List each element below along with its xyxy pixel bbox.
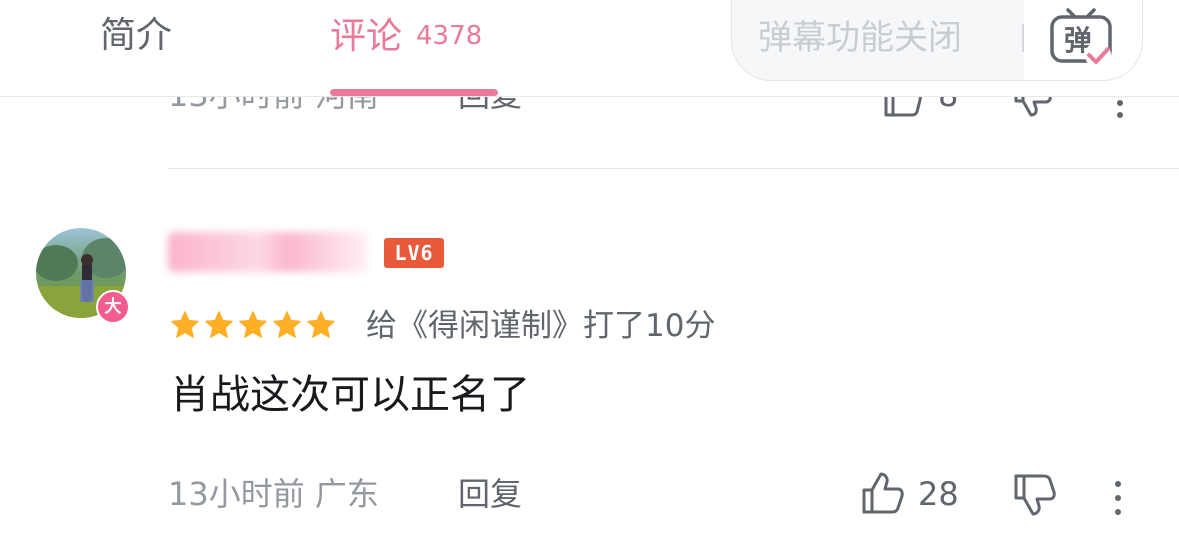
more-vertical-icon[interactable] xyxy=(1110,97,1130,121)
video-tab-header: 简介 评论 4378 弹幕功能关闭 弹 xyxy=(0,0,1179,97)
thumb-up-icon[interactable] xyxy=(860,470,906,516)
thumb-down-icon[interactable] xyxy=(1012,97,1054,119)
star-icon xyxy=(171,311,199,338)
rating-text: 给《得闲谨制》打了10分 xyxy=(366,308,716,344)
star-icon xyxy=(205,311,233,338)
comment-text: 肖战这次可以正名了 xyxy=(170,372,530,418)
thumb-up-icon[interactable] xyxy=(882,97,924,119)
star-icon xyxy=(239,311,267,338)
rating-stars xyxy=(170,310,340,342)
tab-comments-label: 评论 xyxy=(330,16,403,57)
reply-button[interactable]: 回复 xyxy=(458,474,522,514)
tab-comments[interactable]: 评论 4378 xyxy=(330,14,482,92)
danmaku-tv-icon: 弹 xyxy=(1050,8,1112,68)
danmaku-placeholder[interactable]: 弹幕功能关闭 xyxy=(758,16,962,60)
username[interactable] xyxy=(168,232,368,272)
user-level-badge: LV6 xyxy=(384,238,444,268)
danmaku-toggle-button[interactable]: 弹 xyxy=(1024,0,1142,80)
like-count: 28 xyxy=(918,475,959,513)
previous-comment-footer: 13小时前 河南 回复 8 xyxy=(0,97,1179,121)
tab-comments-count: 4378 xyxy=(416,21,483,51)
prev-reply-button[interactable]: 回复 xyxy=(458,97,522,114)
more-vertical-icon[interactable] xyxy=(1108,476,1128,520)
danmaku-input-box[interactable]: 弹幕功能关闭 弹 xyxy=(731,0,1143,81)
star-icon xyxy=(307,311,335,338)
prev-like-count: 8 xyxy=(938,97,958,114)
avatar-verified-badge: 大 xyxy=(96,290,130,324)
thumb-down-icon[interactable] xyxy=(1012,472,1058,518)
prev-time-location: 13小时前 河南 xyxy=(168,97,379,114)
comment-time-location: 13小时前 广东 xyxy=(168,475,379,513)
active-tab-indicator xyxy=(330,89,498,96)
star-icon xyxy=(273,311,301,338)
comment-separator xyxy=(168,168,1179,169)
tab-intro[interactable]: 简介 xyxy=(100,14,172,58)
